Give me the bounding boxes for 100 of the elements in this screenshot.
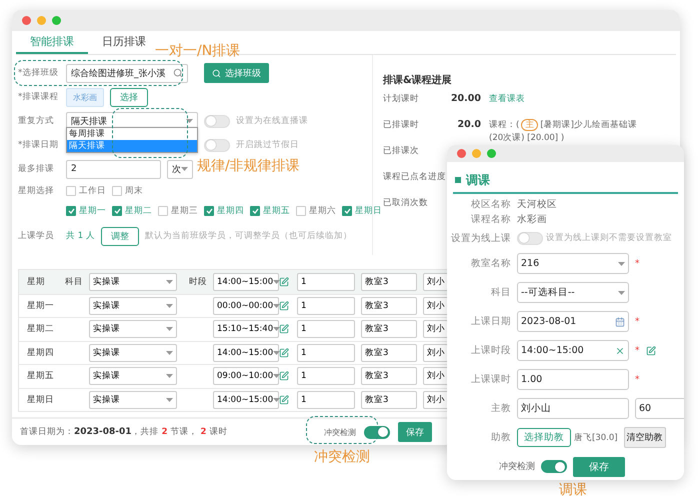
progress-value: 20.0 [456, 119, 481, 130]
highlight-frame [306, 416, 378, 444]
time-select[interactable]: 15:10~15:40 [213, 320, 279, 338]
time-select[interactable]: 09:00~10:00 [213, 367, 279, 386]
hours-field[interactable]: 1 [297, 390, 355, 409]
maximize-icon[interactable] [487, 149, 496, 158]
hours-field[interactable]: 1 [297, 320, 355, 338]
student-count: 共 1 人 [66, 230, 95, 242]
checkbox-label: 星期六 [309, 205, 336, 217]
max-field[interactable]: 2 [66, 160, 161, 178]
field-label: 重复方式 [18, 115, 55, 127]
field-label: *排课日期 [18, 139, 60, 151]
required-mark: * [635, 316, 640, 326]
clear-assistant-button[interactable]: 清空助教 [624, 427, 666, 448]
day-cell-text: 星期四 [27, 346, 55, 359]
caret-icon [273, 327, 280, 332]
day-cell-text: 星期 [27, 276, 46, 288]
select-field[interactable]: --可选科目-- [517, 282, 629, 303]
unit-select[interactable]: 次 [167, 160, 193, 178]
subject-select[interactable]: 实操课 [89, 296, 177, 315]
edit-icon[interactable] [646, 346, 656, 356]
subject-select[interactable]: 实操课 [89, 320, 177, 338]
checkbox-label: 星期四 [217, 205, 244, 217]
edit-icon[interactable] [279, 371, 289, 382]
subject-select[interactable]: 实操课 [89, 390, 177, 409]
field-label: 科目 [490, 286, 511, 299]
section-title: 排课&课程进展 [383, 74, 453, 88]
caret-icon [186, 119, 193, 123]
field-label: 最多排课 [18, 163, 55, 175]
edit-icon[interactable] [279, 324, 289, 334]
day-cell-text: 星期二 [27, 323, 55, 336]
caret-icon [273, 280, 280, 284]
time-field[interactable]: 14:00~15:00 [517, 340, 629, 361]
edit-icon[interactable] [279, 394, 289, 405]
room-field[interactable]: 教室3 [361, 320, 417, 338]
select-button[interactable]: 选择 [110, 88, 148, 106]
room-field[interactable]: 教室3 [361, 272, 417, 291]
time-select[interactable]: 14:00~15:00 [213, 390, 279, 409]
checkbox[interactable] [66, 186, 76, 196]
field-label: 校区名称 [470, 198, 511, 211]
caret-icon [273, 350, 280, 355]
progress-label: 已取消次数 [383, 197, 429, 209]
toggle-label: 冲突检测 [499, 460, 535, 473]
checkbox[interactable] [66, 206, 76, 216]
annotation: 调课 [559, 481, 587, 499]
hours-field[interactable]: 1 [297, 272, 355, 291]
view-schedule-link[interactable]: 查看课表 [489, 93, 525, 105]
required-mark: * [635, 346, 640, 356]
caret-icon [166, 398, 173, 402]
close-icon[interactable] [22, 16, 31, 25]
input-field[interactable]: 1.00 [517, 369, 629, 390]
calendar-icon[interactable] [615, 316, 625, 326]
checkbox[interactable] [250, 206, 260, 216]
checkbox[interactable] [204, 206, 214, 216]
tab[interactable]: 智能排课 [16, 31, 88, 54]
date-field[interactable]: 2023-08-01 [517, 311, 629, 332]
toggle-label: 设置为线上课则不需要设置教室 [546, 232, 672, 244]
checkbox[interactable] [342, 206, 352, 216]
edit-icon[interactable] [279, 300, 289, 311]
time-select[interactable]: 00:00~00:00 [213, 296, 279, 315]
checkbox[interactable] [158, 206, 168, 216]
caret-icon [166, 350, 173, 355]
room-field[interactable]: 教室3 [361, 344, 417, 362]
select-field[interactable]: 216 [517, 253, 629, 274]
room-field[interactable]: 教室3 [361, 367, 417, 386]
subject-select[interactable]: 实操课 [89, 344, 177, 362]
checkbox[interactable] [112, 206, 122, 216]
dropdown-option[interactable]: 每周排课 [67, 128, 197, 140]
time-select[interactable]: 14:00~15:00 [213, 272, 279, 291]
toggle-switch[interactable] [364, 426, 390, 438]
day-cell-text: 星期五 [27, 370, 55, 382]
adjust-button[interactable]: 调整 [100, 226, 139, 246]
edit-icon[interactable] [279, 276, 289, 287]
field-label: 上课时段 [470, 344, 511, 357]
clear-icon[interactable] [615, 346, 625, 356]
field-label: 助教 [490, 431, 511, 444]
subject-select[interactable]: 实操课 [89, 367, 177, 386]
hours-field[interactable]: 1 [297, 367, 355, 386]
subject-select[interactable]: 实操课 [89, 272, 177, 291]
dialog-title: 调课 [466, 172, 490, 188]
caret-icon [166, 304, 173, 308]
toggle-switch[interactable] [541, 460, 567, 473]
assistant-value: 唐飞[30.0] [574, 432, 618, 444]
progress-label: 已排课时 [383, 119, 420, 131]
hours-field[interactable]: 1 [297, 344, 355, 362]
share-field[interactable]: 60 [635, 398, 684, 419]
field-value: 天河校区 [517, 198, 557, 211]
progress-label: 已排课次 [383, 145, 420, 157]
close-icon[interactable] [457, 149, 466, 158]
room-field[interactable]: 教室3 [361, 390, 417, 409]
field-label: 上课学员 [18, 230, 55, 242]
checkbox[interactable] [296, 206, 306, 216]
edit-icon[interactable] [279, 348, 289, 358]
time-select[interactable]: 14:00~15:00 [213, 344, 279, 362]
teacher-field[interactable]: 刘小山 [517, 398, 629, 419]
maximize-icon[interactable] [52, 16, 61, 25]
class-field[interactable]: 综合绘图进修班_张小溪 [66, 64, 188, 82]
checkbox[interactable] [112, 186, 122, 196]
room-field[interactable]: 教室3 [361, 296, 417, 315]
hours-field[interactable]: 1 [297, 296, 355, 315]
